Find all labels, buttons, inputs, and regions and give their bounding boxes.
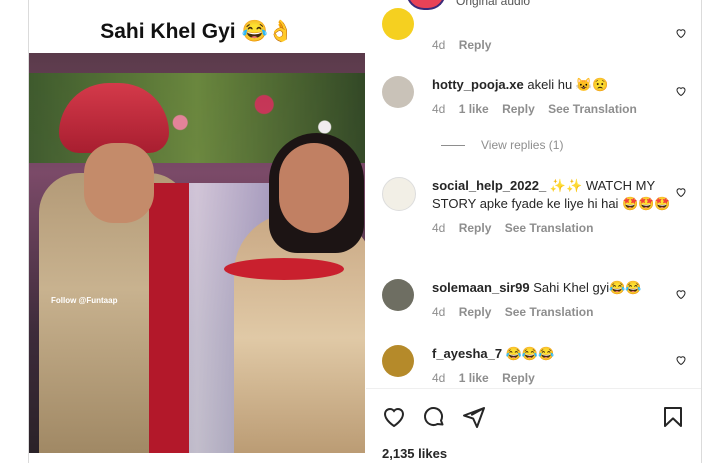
comment-time: 4d (432, 38, 446, 52)
reply-button[interactable]: Reply (502, 102, 535, 116)
comment-text: akeli hu 😺😟 (527, 77, 609, 92)
comment-username[interactable]: social_help_2022_ (432, 178, 546, 193)
comment-likes[interactable]: 1 like (459, 102, 489, 116)
author-header: Original audio (366, 0, 701, 10)
comment-icon[interactable] (422, 405, 446, 429)
comment-username[interactable]: solemaan_sir99 (432, 280, 530, 295)
comment-body: social_help_2022_ ✨✨ WATCH MY STORY apke… (432, 177, 672, 237)
puja-plate (224, 258, 344, 280)
comment-likes[interactable]: 1 like (459, 371, 489, 385)
like-icon[interactable] (382, 405, 406, 429)
comment-username[interactable]: f_ayesha_7 (432, 346, 502, 361)
comment-body: f_ayesha_7 😂😂😂 4d 1 like Reply (432, 345, 672, 387)
comment-body: hotty_pooja.xe akeli hu 😺😟 4d 1 like Rep… (432, 76, 672, 118)
avatar[interactable] (382, 8, 414, 40)
like-heart-icon[interactable] (675, 26, 687, 39)
comment-text: Sahi Khel gyi😂😂 (533, 280, 642, 295)
comment-meta: 4d Reply See Translation (432, 219, 672, 237)
comments-panel: Original audio 4d Reply hotty_pooja.xe a… (366, 0, 701, 463)
comment-text: 😂😂😂 (505, 346, 555, 361)
like-heart-icon[interactable] (675, 84, 687, 97)
like-heart-icon[interactable] (675, 287, 687, 300)
bride-face (279, 143, 349, 233)
comment-meta: 4d Reply (432, 36, 672, 54)
reply-button[interactable]: Reply (459, 305, 492, 319)
see-translation-button[interactable]: See Translation (548, 102, 637, 116)
video-player[interactable]: Follow @Funtaap (29, 53, 365, 453)
comment-time: 4d (432, 221, 446, 235)
avatar[interactable] (382, 345, 414, 377)
view-replies-label: View replies (1) (481, 138, 564, 152)
reply-button[interactable]: Reply (459, 38, 492, 52)
comment-meta: 4d 1 like Reply See Translation (432, 100, 672, 118)
divider-line (441, 145, 465, 147)
bookmark-icon[interactable] (661, 405, 685, 429)
comment-body: 4d Reply (432, 8, 672, 54)
audio-label[interactable]: Original audio (456, 0, 530, 8)
see-translation-button[interactable]: See Translation (505, 305, 594, 319)
video-watermark: Follow @Funtaap (51, 296, 118, 305)
share-icon[interactable] (462, 405, 486, 429)
media-caption: Sahi Khel Gyi 😂👌 (100, 20, 294, 43)
view-replies-button[interactable]: View replies (1) (441, 138, 563, 152)
post-media: Sahi Khel Gyi 😂👌 Follow @Funtaap (29, 0, 365, 463)
see-translation-button[interactable]: See Translation (505, 221, 594, 235)
comment-username[interactable]: hotty_pooja.xe (432, 77, 524, 92)
reply-button[interactable]: Reply (459, 221, 492, 235)
like-heart-icon[interactable] (675, 353, 687, 366)
groom-stole (149, 183, 189, 453)
likes-count[interactable]: 2,135 likes (382, 446, 447, 461)
comment-time: 4d (432, 102, 446, 116)
comment-time: 4d (432, 305, 446, 319)
action-bar: 2,135 likes (366, 388, 701, 464)
comment-meta: 4d Reply See Translation (432, 303, 672, 321)
avatar[interactable] (382, 177, 416, 211)
post-container: Sahi Khel Gyi 😂👌 Follow @Funtaap Origina… (28, 0, 702, 463)
like-heart-icon[interactable] (675, 185, 687, 198)
reply-button[interactable]: Reply (502, 371, 535, 385)
comment-time: 4d (432, 371, 446, 385)
comment-body: solemaan_sir99 Sahi Khel gyi😂😂 4d Reply … (432, 279, 672, 321)
groom-face (84, 143, 154, 223)
comment-meta: 4d 1 like Reply (432, 369, 672, 387)
avatar[interactable] (382, 279, 414, 311)
avatar[interactable] (382, 76, 414, 108)
